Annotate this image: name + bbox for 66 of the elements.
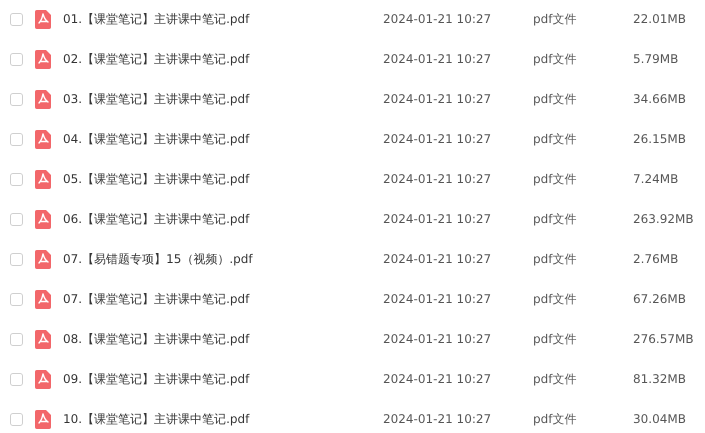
- pdf-file-icon: [35, 250, 51, 268]
- file-type: pdf文件: [533, 11, 578, 28]
- file-name[interactable]: 06.【课堂笔记】主讲课中笔记.pdf: [63, 210, 383, 228]
- file-type: pdf文件: [533, 91, 578, 108]
- file-size: 81.32MB: [633, 371, 686, 388]
- modified-date: 2024-01-21 10:27: [383, 211, 492, 228]
- checkbox[interactable]: [10, 172, 23, 186]
- file-type: pdf文件: [533, 371, 578, 388]
- file-size: 2.76MB: [633, 251, 678, 268]
- checkbox[interactable]: [10, 52, 23, 66]
- modified-date: 2024-01-21 10:27: [383, 91, 492, 108]
- checkbox[interactable]: [10, 252, 23, 266]
- checkbox[interactable]: [10, 292, 23, 306]
- modified-date: 2024-01-21 10:27: [383, 291, 492, 308]
- modified-date: 2024-01-21 10:27: [383, 251, 492, 268]
- modified-date: 2024-01-21 10:27: [383, 411, 492, 428]
- pdf-file-icon: [35, 290, 51, 308]
- file-name[interactable]: 08.【课堂笔记】主讲课中笔记.pdf: [63, 330, 383, 348]
- file-size: 22.01MB: [633, 11, 686, 28]
- modified-date: 2024-01-21 10:27: [383, 331, 492, 348]
- file-name[interactable]: 02.【课堂笔记】主讲课中笔记.pdf: [63, 50, 383, 68]
- modified-date: 2024-01-21 10:27: [383, 51, 492, 68]
- file-type: pdf文件: [533, 411, 578, 428]
- pdf-file-icon: [35, 50, 51, 68]
- file-name[interactable]: 01.【课堂笔记】主讲课中笔记.pdf: [63, 10, 383, 28]
- checkbox[interactable]: [10, 212, 23, 226]
- pdf-file-icon: [35, 210, 51, 228]
- pdf-file-icon: [35, 130, 51, 148]
- checkbox[interactable]: [10, 372, 23, 386]
- file-size: 30.04MB: [633, 411, 686, 428]
- file-name[interactable]: 03.【课堂笔记】主讲课中笔记.pdf: [63, 90, 383, 108]
- file-size: 7.24MB: [633, 171, 678, 188]
- file-type: pdf文件: [533, 211, 578, 228]
- file-name[interactable]: 04.【课堂笔记】主讲课中笔记.pdf: [63, 130, 383, 148]
- modified-date: 2024-01-21 10:27: [383, 131, 492, 148]
- file-name[interactable]: 05.【课堂笔记】主讲课中笔记.pdf: [63, 170, 383, 188]
- pdf-file-icon: [35, 90, 51, 108]
- file-size: 67.26MB: [633, 291, 686, 308]
- file-size: 34.66MB: [633, 91, 686, 108]
- checkbox[interactable]: [10, 412, 23, 426]
- pdf-file-icon: [35, 10, 51, 28]
- modified-date: 2024-01-21 10:27: [383, 371, 492, 388]
- file-type: pdf文件: [533, 251, 578, 268]
- checkbox[interactable]: [10, 12, 23, 26]
- checkbox[interactable]: [10, 332, 23, 346]
- checkbox[interactable]: [10, 132, 23, 146]
- file-type: pdf文件: [533, 291, 578, 308]
- file-type: pdf文件: [533, 131, 578, 148]
- pdf-file-icon: [35, 370, 51, 388]
- file-type: pdf文件: [533, 331, 578, 348]
- checkbox[interactable]: [10, 92, 23, 106]
- pdf-file-icon: [35, 170, 51, 188]
- file-size: 26.15MB: [633, 131, 686, 148]
- file-size: 276.57MB: [633, 331, 694, 348]
- file-type: pdf文件: [533, 171, 578, 188]
- pdf-file-icon: [35, 410, 51, 428]
- modified-date: 2024-01-21 10:27: [383, 171, 492, 188]
- file-type: pdf文件: [533, 51, 578, 68]
- file-name[interactable]: 09.【课堂笔记】主讲课中笔记.pdf: [63, 370, 383, 388]
- file-size: 5.79MB: [633, 51, 678, 68]
- file-size: 263.92MB: [633, 211, 694, 228]
- modified-date: 2024-01-21 10:27: [383, 11, 492, 28]
- file-name[interactable]: 10.【课堂笔记】主讲课中笔记.pdf: [63, 410, 383, 428]
- pdf-file-icon: [35, 330, 51, 348]
- file-name[interactable]: 07.【易错题专项】15（视频）.pdf: [63, 250, 383, 268]
- file-name[interactable]: 07.【课堂笔记】主讲课中笔记.pdf: [63, 290, 383, 308]
